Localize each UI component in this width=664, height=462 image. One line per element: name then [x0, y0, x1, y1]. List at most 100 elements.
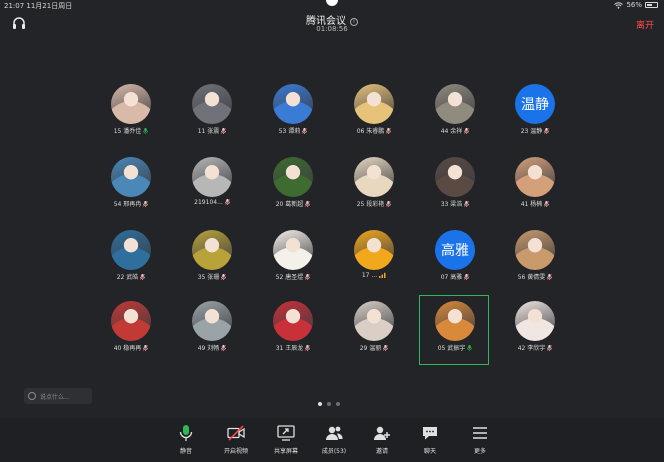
mic-muted-icon: [221, 128, 227, 134]
chat-placeholder: 说点什么...: [40, 393, 70, 401]
mic-muted-icon: [547, 345, 553, 351]
avatar: [354, 84, 394, 124]
participant-tile[interactable]: 22 武皓: [95, 224, 165, 294]
mic-muted-icon: [305, 201, 311, 207]
mute-button[interactable]: 静音: [162, 424, 210, 460]
leave-button[interactable]: 离开: [636, 18, 654, 31]
avatar: [515, 230, 555, 270]
participant-tile[interactable]: 42 李欣宇: [499, 295, 569, 365]
mic-muted-icon: [221, 274, 227, 280]
participant-name-row: 53 谭莉: [252, 126, 334, 135]
participant-name: 15 潘乔佳: [113, 128, 142, 135]
more-button[interactable]: 更多: [456, 424, 504, 460]
participant-tile[interactable]: 41 杨楠: [499, 151, 569, 221]
participant-name-row: 40 稳再再: [90, 343, 172, 352]
participant-tile[interactable]: 52 唐圣煜: [257, 224, 327, 294]
avatar: [273, 301, 313, 341]
participant-tile[interactable]: 44 余祥: [419, 78, 489, 148]
mic-muted-icon: [305, 345, 311, 351]
participant-tile[interactable]: 40 稳再再: [95, 295, 165, 365]
chat-button[interactable]: 聊天: [406, 424, 454, 460]
participant-name-row: 17 ...: [333, 272, 415, 279]
participant-name: 54 邢再冉: [113, 201, 142, 208]
avatar: [192, 301, 232, 341]
bottom-toolbar: 静音 开启视频 共享屏幕 成员(53) 邀请 聊天 更多: [0, 418, 664, 462]
participant-name: 07 高雅: [440, 274, 463, 281]
participant-tile[interactable]: 25 段彩艳: [338, 151, 408, 221]
more-menu-icon: [473, 427, 487, 439]
participant-name-row: 35 张珊: [171, 272, 253, 281]
participant-name-row: 52 唐圣煜: [252, 272, 334, 281]
emoji-icon[interactable]: [28, 392, 36, 400]
participant-name-row: 25 段彩艳: [333, 199, 415, 208]
participant-tile[interactable]: 29 温丽: [338, 295, 408, 365]
participant-tile[interactable]: 56 黄倩雯: [499, 224, 569, 294]
invite-label: 邀请: [375, 448, 388, 455]
page-indicator[interactable]: [318, 402, 340, 406]
status-bar: 21:07 11月21日周日 56%: [0, 0, 664, 10]
mic-muted-icon: [544, 201, 550, 207]
participant-name: 23 温静: [520, 128, 543, 135]
avatar: [354, 157, 394, 197]
mic-muted-icon: [464, 128, 470, 134]
chat-bubble-icon: [423, 427, 437, 440]
mic-muted-icon: [224, 199, 230, 205]
participant-tile[interactable]: 20 葛新超: [257, 151, 327, 221]
participant-tile[interactable]: 05 武振宇: [419, 295, 489, 365]
participant-tile[interactable]: 53 谭莉: [257, 78, 327, 148]
participant-name-row: 29 温丽: [333, 343, 415, 352]
participant-tile[interactable]: 11 张震: [176, 78, 246, 148]
participant-name: 53 谭莉: [278, 128, 301, 135]
mic-muted-icon: [140, 274, 146, 280]
share-screen-icon: [277, 425, 295, 441]
members-button[interactable]: 成员(53): [310, 424, 358, 460]
participant-tile[interactable]: 54 邢再冉: [95, 151, 165, 221]
participant-name: 06 朱睿鹏: [356, 128, 385, 135]
participant-name: 20 葛新超: [275, 201, 304, 208]
participant-name-row: 07 高雅: [414, 272, 496, 281]
page-dot[interactable]: [318, 402, 322, 406]
participant-grid: 15 潘乔佳 11 张震 53 谭莉 06 朱睿鹏 44 余祥 温静 23 温静 54 邢再冉…: [0, 38, 664, 418]
camera-notch: [326, 0, 338, 6]
invite-button[interactable]: 邀请: [358, 424, 406, 460]
participant-name-row: 06 朱睿鹏: [333, 126, 415, 135]
page-dot[interactable]: [327, 402, 331, 406]
participant-tile[interactable]: 温静 23 温静: [499, 78, 569, 148]
avatar: [273, 84, 313, 124]
participant-name: 31 王辰龙: [275, 345, 304, 352]
avatar: [111, 84, 151, 124]
participant-name: 56 黄倩雯: [517, 274, 546, 281]
status-right: 56%: [614, 1, 658, 9]
mic-muted-icon: [143, 345, 149, 351]
mic-muted-icon: [221, 345, 227, 351]
participant-tile[interactable]: 35 张珊: [176, 224, 246, 294]
participant-tile[interactable]: 06 朱睿鹏: [338, 78, 408, 148]
chat-input[interactable]: 说点什么...: [24, 388, 92, 404]
more-label: 更多: [473, 448, 486, 455]
participant-tile[interactable]: 15 潘乔佳: [95, 78, 165, 148]
mic-muted-icon: [544, 128, 550, 134]
participant-name-row: 49 刘畅: [171, 343, 253, 352]
avatar: [435, 84, 475, 124]
participant-name: 41 杨楠: [520, 201, 543, 208]
participant-tile[interactable]: 高雅 07 高雅: [419, 224, 489, 294]
participant-name-row: 15 潘乔佳: [90, 126, 172, 135]
avatar: [192, 84, 232, 124]
mic-muted-icon: [302, 128, 308, 134]
participant-name: 42 李欣宇: [517, 345, 546, 352]
participant-tile[interactable]: 49 刘畅: [176, 295, 246, 365]
participant-tile[interactable]: 219104...: [176, 151, 246, 221]
start-video-button[interactable]: 开启视频: [212, 424, 260, 460]
avatar: [192, 230, 232, 270]
page-dot[interactable]: [336, 402, 340, 406]
participant-tile[interactable]: 31 王辰龙: [257, 295, 327, 365]
avatar: [111, 301, 151, 341]
start-video-label: 开启视频: [223, 448, 248, 455]
share-screen-label: 共享屏幕: [273, 448, 298, 455]
avatar-text: 温静: [515, 84, 555, 124]
participant-tile[interactable]: 33 梁浩: [419, 151, 489, 221]
share-screen-button[interactable]: 共享屏幕: [262, 424, 310, 460]
participant-tile[interactable]: 17 ...: [338, 224, 408, 294]
meeting-header: 腾讯会议 i 01:08:56 离开: [0, 10, 664, 38]
participant-name-row: 20 葛新超: [252, 199, 334, 208]
